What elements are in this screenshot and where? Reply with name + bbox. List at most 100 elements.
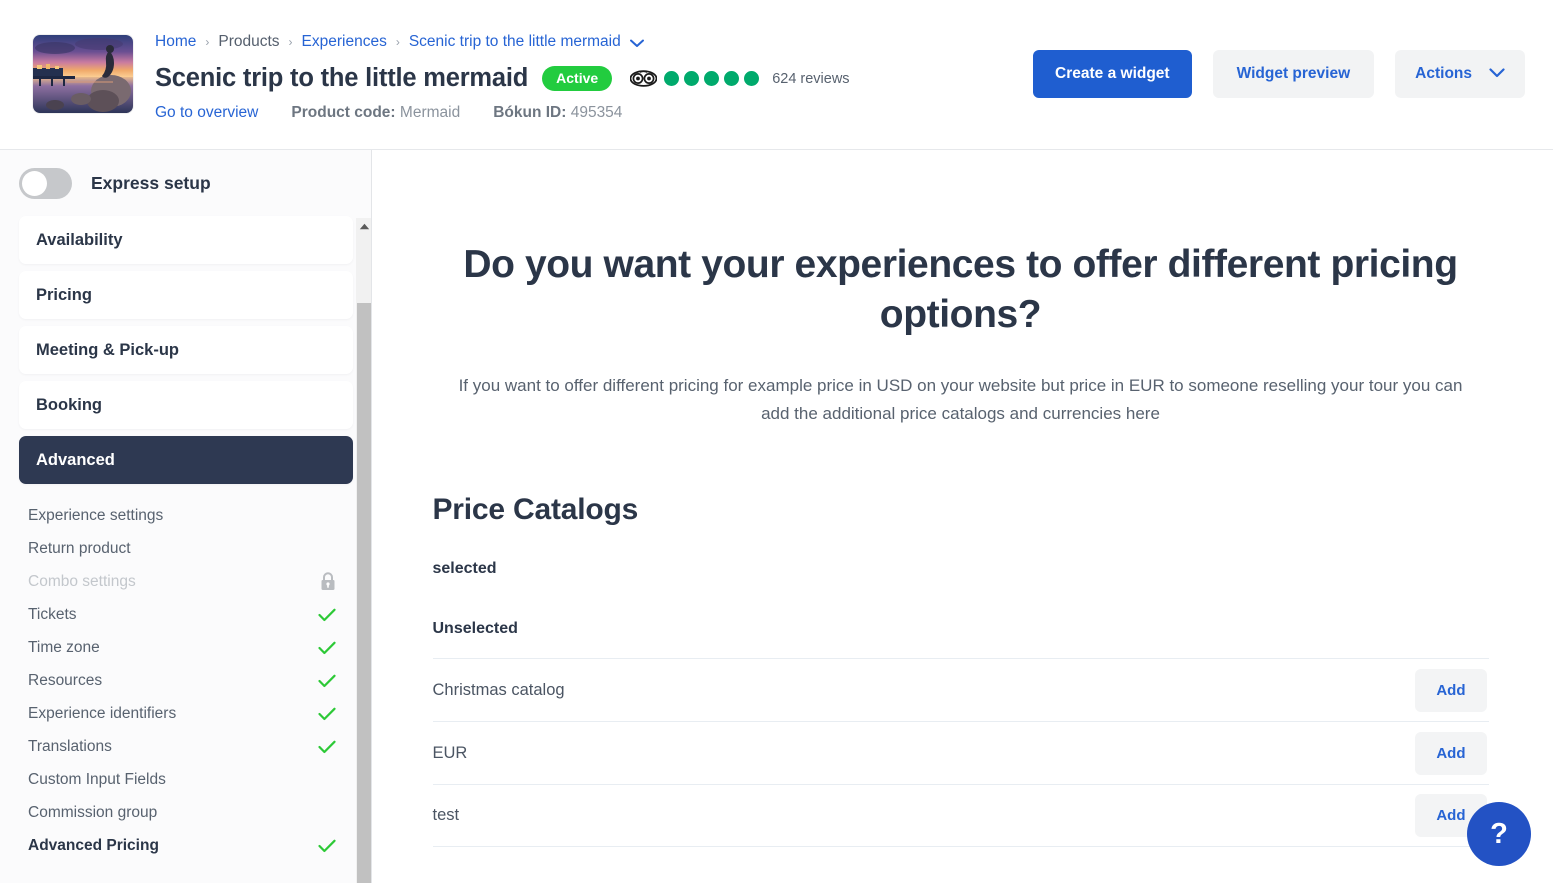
breadcrumb: Home › Products › Experiences › Scenic t…: [155, 33, 1013, 51]
check-icon: [318, 674, 336, 688]
page-title: Scenic trip to the little mermaid: [155, 64, 529, 92]
sidebar-item-booking[interactable]: Booking: [19, 381, 353, 429]
sidebar-subitem-label: Experience settings: [28, 506, 164, 524]
status-badge: Active: [542, 66, 613, 91]
catalog-row: Christmas catalog Add: [432, 658, 1489, 721]
bokun-id-value: 495354: [570, 104, 623, 121]
sidebar-subitem-label: Combo settings: [28, 572, 136, 590]
bokun-id: Bókun ID: 495354: [493, 104, 622, 122]
rating-dot: [704, 71, 720, 86]
check-icon: [318, 641, 336, 655]
sidebar: Express setup Availability Pricing Meeti…: [0, 150, 372, 883]
breadcrumb-separator: ›: [288, 35, 293, 49]
sidebar-item-advanced[interactable]: Advanced: [19, 436, 353, 484]
lock-icon: [320, 572, 336, 591]
breadcrumb-item-experiences[interactable]: Experiences: [302, 33, 387, 51]
meta-row: Go to overview Product code: Mermaid Bók…: [155, 104, 1013, 122]
check-icon: [318, 740, 336, 754]
catalog-row: EUR Add: [432, 721, 1489, 784]
breadcrumb-separator: ›: [395, 35, 400, 49]
sidebar-subitem-label: Tickets: [28, 605, 77, 623]
sidebar-scrollbar[interactable]: [356, 218, 372, 883]
header-text-block: Home › Products › Experiences › Scenic t…: [155, 33, 1013, 122]
scrollbar-thumb[interactable]: [357, 303, 371, 883]
go-to-overview-link[interactable]: Go to overview: [155, 104, 258, 122]
check-icon: [318, 839, 336, 853]
toggle-knob: [22, 170, 47, 196]
breadcrumb-item-home[interactable]: Home: [155, 33, 196, 51]
sidebar-subitem-label: Time zone: [28, 638, 100, 656]
catalog-name: EUR: [432, 743, 468, 762]
add-catalog-button[interactable]: Add: [1415, 731, 1487, 775]
body-wrapper: Express setup Availability Pricing Meeti…: [0, 150, 1553, 883]
main-subheading: If you want to offer different pricing f…: [458, 376, 1463, 423]
unselected-group-label: Unselected: [432, 620, 518, 637]
tripadvisor-rating: 624 reviews: [630, 70, 850, 87]
review-count: 624 reviews: [772, 70, 850, 87]
check-icon: [318, 608, 336, 622]
product-code-label: Product code:: [291, 104, 396, 121]
section-title-price-catalogs: Price Catalogs: [432, 493, 639, 526]
sidebar-item-pricing[interactable]: Pricing: [19, 271, 353, 319]
sidebar-subitem-custom-input-fields[interactable]: Custom Input Fields: [19, 763, 353, 796]
main-heading: Do you want your experiences to offer di…: [463, 243, 1458, 336]
sidebar-subitem-advanced-pricing[interactable]: Advanced Pricing: [19, 829, 353, 862]
sidebar-subitem-return-product[interactable]: Return product: [19, 532, 353, 565]
express-setup-toggle[interactable]: [19, 167, 72, 199]
chevron-down-icon: [1489, 65, 1505, 83]
catalog-name: Christmas catalog: [432, 680, 565, 699]
rating-dots: [664, 71, 760, 86]
sidebar-subitem-label: Experience identifiers: [28, 704, 177, 722]
chevron-down-icon[interactable]: [629, 39, 644, 48]
sidebar-subitem-label: Advanced Pricing: [28, 836, 159, 854]
add-catalog-button[interactable]: Add: [1415, 668, 1487, 712]
help-button[interactable]: ?: [1467, 802, 1531, 866]
app-header: Home › Products › Experiences › Scenic t…: [0, 0, 1553, 150]
actions-dropdown-button[interactable]: Actions: [1395, 50, 1525, 98]
catalog-row: test Add: [432, 784, 1489, 847]
sidebar-subitem-combo-settings: Combo settings: [19, 565, 353, 598]
product-code-value: Mermaid: [399, 104, 461, 121]
catalog-name: test: [432, 806, 460, 824]
sidebar-item-meeting-pickup[interactable]: Meeting & Pick-up: [19, 326, 353, 374]
main-inner: Do you want your experiences to offer di…: [432, 150, 1489, 847]
tripadvisor-owl-icon: [630, 70, 658, 87]
breadcrumb-item-current[interactable]: Scenic trip to the little mermaid: [409, 33, 621, 51]
sidebar-subitem-resources[interactable]: Resources: [19, 664, 353, 697]
rating-dot: [664, 71, 680, 86]
sidebar-subitem-label: Commission group: [28, 803, 158, 821]
unselected-catalog-list: Christmas catalog Add EUR Add test Add: [432, 658, 1489, 847]
check-icon: [318, 707, 336, 721]
sidebar-subitem-time-zone[interactable]: Time zone: [19, 631, 353, 664]
widget-preview-button[interactable]: Widget preview: [1212, 50, 1375, 98]
sidebar-nav-cards: Availability Pricing Meeting & Pick-up B…: [19, 216, 353, 484]
breadcrumb-separator: ›: [205, 35, 210, 49]
sidebar-subitem-experience-settings[interactable]: Experience settings: [19, 499, 353, 532]
sidebar-subitem-experience-identifiers[interactable]: Experience identifiers: [19, 697, 353, 730]
rating-dot: [684, 71, 700, 86]
create-widget-button[interactable]: Create a widget: [1033, 50, 1192, 98]
main-content: Do you want your experiences to offer di…: [372, 150, 1553, 883]
sidebar-sub-nav: Experience settings Return product Combo…: [19, 499, 353, 862]
scrollbar-up-arrow-icon[interactable]: [356, 218, 372, 235]
rating-dot: [724, 71, 740, 86]
selected-group-label: selected: [432, 560, 497, 577]
breadcrumb-item-products[interactable]: Products: [218, 33, 279, 51]
sidebar-subitem-commission-group[interactable]: Commission group: [19, 796, 353, 829]
sidebar-subitem-translations[interactable]: Translations: [19, 730, 353, 763]
sidebar-subitem-tickets[interactable]: Tickets: [19, 598, 353, 631]
rating-dot: [744, 71, 760, 86]
product-thumbnail: [33, 35, 133, 113]
title-row: Scenic trip to the little mermaid Active: [155, 64, 1013, 93]
actions-dropdown-label: Actions: [1415, 65, 1472, 82]
product-code: Product code: Mermaid: [291, 104, 460, 122]
sidebar-subitem-label: Custom Input Fields: [28, 770, 166, 788]
sidebar-subitem-label: Translations: [28, 737, 112, 755]
sidebar-item-availability[interactable]: Availability: [19, 216, 353, 264]
express-setup-row: Express setup: [19, 150, 353, 216]
sidebar-subitem-label: Return product: [28, 539, 131, 557]
bokun-id-label: Bókun ID:: [493, 104, 567, 121]
express-setup-label: Express setup: [91, 172, 211, 193]
header-actions: Create a widget Widget preview Actions: [1033, 50, 1525, 98]
sidebar-subitem-label: Resources: [28, 671, 103, 689]
